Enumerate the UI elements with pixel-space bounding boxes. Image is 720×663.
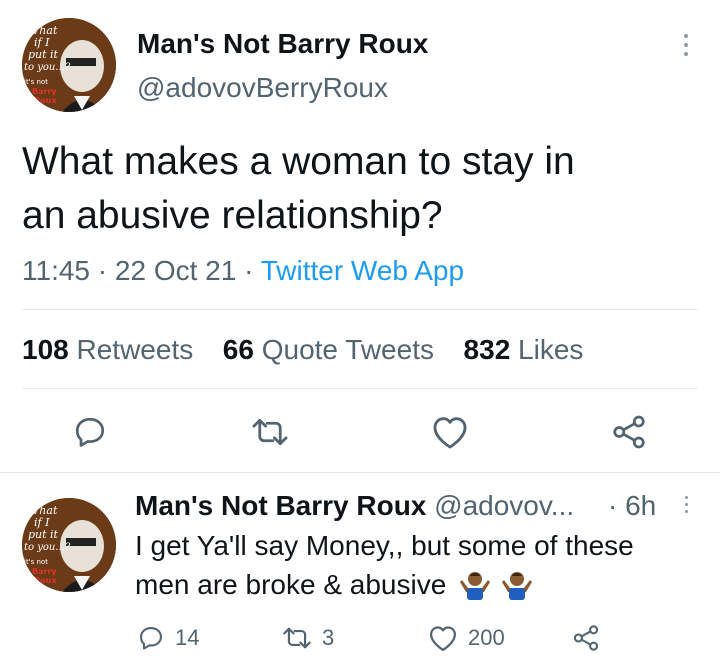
reply-icon — [75, 417, 105, 447]
reply-icon — [140, 627, 162, 650]
divider — [22, 388, 698, 389]
retweets-label: Retweets — [76, 334, 194, 365]
reply-reply-count: 14 — [175, 625, 200, 650]
more-options-icon[interactable] — [681, 34, 691, 56]
reply-header: Man's Not Barry Roux @adovov... — [135, 489, 574, 523]
avatar-logo-text: Barry — [32, 567, 57, 576]
like-button[interactable] — [431, 414, 469, 450]
avatar-logo-text: Roux — [34, 576, 57, 585]
tweet-text-line: an abusive relationship? — [22, 194, 443, 237]
reply-author-avatar[interactable]: What if I put it to you...? it's not Bar… — [22, 498, 116, 592]
divider — [22, 309, 698, 310]
reply-text-second-line: men are broke & abusive — [135, 567, 534, 603]
heart-icon — [433, 417, 467, 449]
reply-time: 6h — [625, 490, 657, 521]
avatar-logo-text: it's not — [24, 558, 48, 566]
person-shrugging-emoji — [501, 572, 532, 600]
share-icon — [573, 625, 599, 651]
likes-label: Likes — [518, 334, 584, 365]
quotes-count: 66 — [222, 334, 254, 365]
retweet-icon — [283, 627, 311, 649]
quotes-stat[interactable]: 66 Quote Tweets — [223, 334, 434, 365]
author-avatar[interactable]: What if I put it to you...? it's not Bar… — [22, 18, 116, 112]
author-name[interactable]: Man's Not Barry Roux — [137, 27, 428, 61]
reply-more-options-icon[interactable] — [682, 496, 690, 513]
reply-author-handle[interactable]: @adovov... — [434, 490, 574, 521]
avatar-logo-text: Barry — [32, 87, 57, 96]
author-handle[interactable]: @adovovBerryRoux — [137, 71, 388, 105]
retweet-button[interactable] — [251, 414, 289, 450]
tweet-time[interactable]: 11:45 — [22, 255, 90, 286]
reply-text-line: I get Ya'll say Money,, but some of thes… — [135, 530, 634, 561]
reply-share-button[interactable] — [572, 624, 600, 657]
meta-separator: · — [244, 255, 254, 286]
reply-retweet-count: 3 — [322, 625, 335, 650]
tweet-meta: 11:45 · 22 Oct 21 · Twitter Web App — [22, 254, 464, 288]
reply-age[interactable]: · 6h — [608, 489, 656, 523]
tweet-text-line: What makes a woman to stay in — [22, 140, 575, 183]
share-button[interactable] — [611, 414, 647, 450]
reply-reply-button[interactable]: 14 — [137, 624, 199, 652]
likes-stat[interactable]: 832 Likes — [464, 334, 584, 365]
avatar-logo-text: put it — [28, 528, 59, 541]
avatar-logo-text: Roux — [34, 96, 57, 105]
retweets-count: 108 — [22, 334, 69, 365]
reply-author-name[interactable]: Man's Not Barry Roux — [135, 490, 426, 521]
heart-icon — [430, 626, 456, 651]
reply-retweet-button[interactable]: 3 — [282, 624, 334, 652]
reply-like-count: 200 — [468, 625, 505, 650]
divider — [0, 472, 720, 473]
reply-button[interactable] — [72, 414, 108, 450]
reply-text-line: men are broke & abusive — [135, 569, 447, 600]
avatar-image: What if I put it to you...? it's not Bar… — [22, 498, 116, 592]
likes-count: 832 — [463, 334, 511, 365]
reply-like-button[interactable]: 200 — [428, 624, 505, 652]
avatar-logo-text: to you...? — [24, 542, 71, 553]
retweets-stat[interactable]: 108 Retweets — [22, 334, 193, 365]
avatar-logo-text: to you...? — [24, 62, 71, 73]
avatar-image: What if I put it to you...? it's not Bar… — [22, 18, 116, 112]
share-icon — [613, 415, 645, 449]
meta-separator: · — [97, 255, 108, 286]
tweet-date[interactable]: 22 Oct 21 — [115, 255, 236, 286]
person-shrugging-emoji — [460, 572, 491, 600]
retweet-icon — [252, 418, 288, 446]
tweet-source-link[interactable]: Twitter Web App — [261, 255, 464, 286]
avatar-logo-text: it's not — [24, 78, 48, 86]
meta-separator: · — [608, 490, 618, 521]
avatar-logo-text: put it — [28, 48, 59, 61]
quotes-label: Quote Tweets — [261, 334, 434, 365]
tweet-stats: 108 Retweets 66 Quote Tweets 832 Likes — [22, 333, 583, 367]
